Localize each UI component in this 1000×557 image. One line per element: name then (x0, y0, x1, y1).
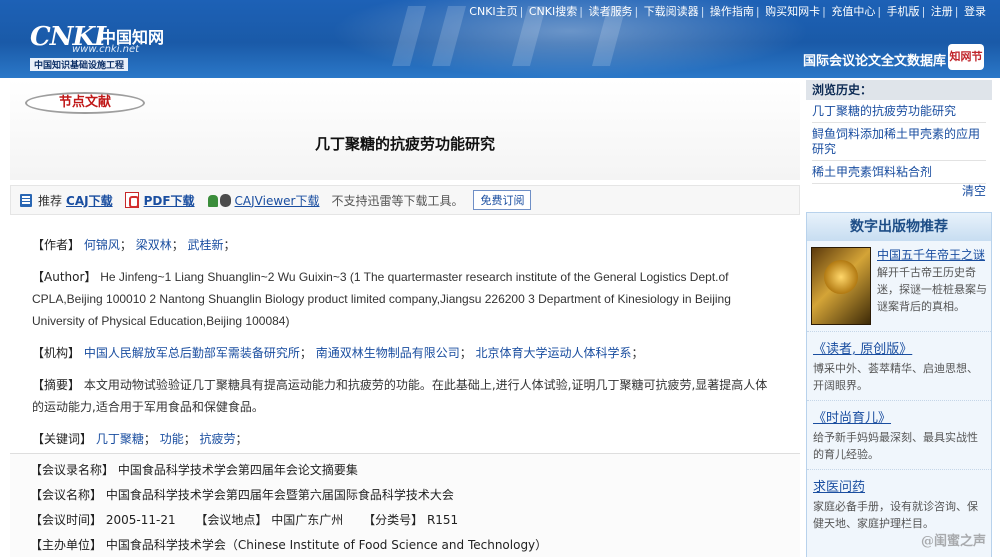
history-list: 几丁聚糖的抗疲劳功能研究 鲟鱼饲料添加稀土甲壳素的应用研究 稀土甲壳素饵料粘合剂 (806, 100, 992, 184)
conference-details-row: 【会议时间】 2005-11-21 【会议地点】 中国广东广州 【分类号】 R1… (30, 508, 780, 533)
abstract-label: 【摘要】 (32, 378, 81, 392)
conference-time-label: 【会议时间】 (30, 513, 103, 527)
proceedings-label: 【会议录名称】 (30, 463, 115, 477)
watermark: @闺蜜之声 (920, 534, 986, 549)
recommend-label: 推荐 (38, 193, 63, 208)
author-en-label: 【Author】 (32, 270, 97, 284)
magazine-item: 《读者, 原创版》 博采中外、荟萃精华、启迪思想、开阔眼界。 (807, 331, 991, 400)
magazine-title-link[interactable]: 《读者, 原创版》 (813, 342, 912, 357)
nav-guide-link[interactable]: 操作指南 (710, 5, 754, 18)
pdf-download-link[interactable]: PDF下载 (144, 192, 195, 209)
nav-register-link[interactable]: 注册 (931, 5, 953, 18)
conference-time-value: 2005-11-21 (105, 513, 176, 527)
nav-login-link[interactable]: 登录 (964, 5, 986, 18)
keyword-link[interactable]: 几丁聚糖 (96, 432, 144, 446)
keywords-row: 【关键词】 几丁聚糖； 功能； 抗疲劳； (32, 432, 248, 446)
magazine-description: 博采中外、荟萃精华、启迪思想、开阔眼界。 (813, 362, 978, 392)
host-label: 【主办单位】 (30, 538, 103, 552)
classification-value: R151 (426, 513, 459, 527)
organization-label: 【机构】 (32, 346, 81, 360)
paper-metadata: 【作者】 何锦风； 梁双林； 武桂新； 【Author】 He Jinfeng~… (10, 220, 800, 450)
featured-book: 中国五千年帝王之谜 解开千古帝王历史奇迷，探谜一桩桩悬案与谜案背后的真相。 (807, 241, 991, 331)
author-en-row: 【Author】 He Jinfeng~1 Liang Shuanglin~2 … (32, 266, 778, 332)
top-nav: CNKI主页 | CNKI搜索 | 读者服务 | 下载阅读器 | 操作指南 | 购买知网卡… (469, 5, 986, 18)
author-en-text: He Jinfeng~1 Liang Shuanglin~2 Wu Guixin… (32, 270, 731, 328)
nav-search-link[interactable]: CNKI搜索 (529, 5, 577, 18)
history-link[interactable]: 稀土甲壳素饵料粘合剂 (812, 165, 932, 179)
classification-label: 【分类号】 (363, 513, 424, 527)
download-notice: 不支持迅雷等下载工具。 (331, 193, 464, 208)
clear-history-link[interactable]: 清空 (962, 184, 986, 198)
magazine-title-link[interactable]: 《时尚育儿》 (813, 411, 891, 426)
caj-download-group: 推荐 CAJ下载 (19, 192, 113, 209)
proceedings-value: 中国食品科学技术学会第四届年会论文摘要集 (117, 463, 358, 477)
keyword-link[interactable]: 抗疲劳 (200, 432, 236, 446)
magazine-item: 求医问药 家庭必备手册，设有就诊咨询、保健天地、家庭护理栏目。 (807, 469, 991, 538)
conference-name-value: 中国食品科学技术学会第四届年会暨第六届国际食品科学技术大会 (105, 488, 454, 502)
author-link[interactable]: 武桂新 (188, 238, 224, 252)
history-item: 几丁聚糖的抗疲劳功能研究 (812, 100, 986, 123)
book-title-link[interactable]: 中国五千年帝王之谜 (877, 248, 985, 262)
node-document-badge: 节点文献 (25, 92, 145, 114)
nav-home-link[interactable]: CNKI主页 (469, 5, 517, 18)
nav-recharge-link[interactable]: 充值中心 (831, 5, 875, 18)
android-apple-icon (207, 192, 233, 208)
conference-name-label: 【会议名称】 (30, 488, 103, 502)
author-label: 【作者】 (32, 238, 81, 252)
magazine-title-link[interactable]: 求医问药 (813, 480, 865, 495)
history-item: 鲟鱼饲料添加稀土甲壳素的应用研究 (812, 123, 986, 161)
history-item: 稀土甲壳素饵料粘合剂 (812, 161, 986, 184)
free-subscribe-button[interactable]: 免费订阅 (473, 190, 532, 210)
organization-link[interactable]: 中国人民解放军总后勤部军需装备研究所 (84, 346, 300, 360)
keyword-link[interactable]: 功能 (160, 432, 184, 446)
magazine-item: 《时尚育儿》 给予新手妈妈最深刻、最具实战性的育儿经验。 (807, 400, 991, 469)
conference-info: 【会议录名称】 中国食品科学技术学会第四届年会论文摘要集 【会议名称】 中国食品… (10, 453, 800, 557)
pdf-download-group: PDF下载 (124, 192, 195, 209)
abstract-text: 本文用动物试验验证几丁聚糖具有提高运动能力和抗疲劳的功能。在此基础上,进行人体试… (32, 378, 768, 414)
cajviewer-download-group: CAJViewer下载 (207, 192, 320, 209)
nav-buy-card-link[interactable]: 购买知网卡 (765, 5, 820, 18)
digital-publication-box: 数字出版物推荐 中国五千年帝王之谜 解开千古帝王历史奇迷，探谜一桩桩悬案与谜案背… (806, 212, 992, 557)
download-bar: 推荐 CAJ下载 PDF下载 CAJViewer下载 不支持迅雷等下载工具。 免… (10, 185, 800, 215)
host-row: 【主办单位】 中国食品科学技术学会（Chinese Institute of F… (30, 533, 780, 557)
book-cover-image[interactable] (811, 247, 871, 325)
knowledge-node-seal: 知网节 (948, 44, 984, 70)
conference-place-value: 中国广东广州 (271, 513, 344, 527)
paper-title: 几丁聚糖的抗疲劳功能研究 (314, 135, 495, 153)
cnki-logo[interactable]: CNKI 中国知网 www.cnki.net 中国知识基础设施工程 (30, 22, 180, 72)
organization-link[interactable]: 南通双林生物制品有限公司 (316, 346, 460, 360)
caj-download-link[interactable]: CAJ下载 (66, 192, 113, 209)
author-link[interactable]: 何锦风 (84, 238, 120, 252)
nav-reader-service-link[interactable]: 读者服务 (588, 5, 632, 18)
clear-history: 清空 (806, 184, 992, 198)
host-value: 中国食品科学技术学会（Chinese Institute of Food Sci… (105, 538, 548, 552)
organization-link[interactable]: 北京体育大学运动人体科学系 (476, 346, 632, 360)
right-sidebar: 浏览历史： 几丁聚糖的抗疲劳功能研究 鲟鱼饲料添加稀土甲壳素的应用研究 稀土甲壳… (806, 80, 992, 557)
cajviewer-download-link[interactable]: CAJViewer下载 (235, 192, 320, 209)
author-link[interactable]: 梁双林 (136, 238, 172, 252)
logo-subtitle: 中国知识基础设施工程 (30, 58, 129, 71)
abstract-row: 【摘要】 本文用动物试验验证几丁聚糖具有提高运动能力和抗疲劳的功能。在此基础上,… (32, 374, 778, 418)
keywords-label: 【关键词】 (32, 432, 93, 446)
database-title: 国际会议论文全文数据库 (802, 54, 946, 69)
title-area: 节点文献 几丁聚糖的抗疲劳功能研究 (10, 80, 800, 180)
history-title: 浏览历史： (806, 80, 992, 100)
magazine-description: 给予新手妈妈最深刻、最具实战性的育儿经验。 (813, 431, 978, 461)
nav-mobile-link[interactable]: 手机版 (887, 5, 920, 18)
organization-row: 【机构】 中国人民解放军总后勤部军需装备研究所； 南通双林生物制品有限公司； 北… (32, 346, 644, 360)
recommend-title: 数字出版物推荐 (807, 213, 991, 241)
author-row: 【作者】 何锦风； 梁双林； 武桂新； (32, 238, 236, 252)
logo-url: www.cnki.net (72, 44, 140, 55)
caj-book-icon (19, 192, 33, 208)
book-description: 解开千古帝王历史奇迷，探谜一桩桩悬案与谜案背后的真相。 (877, 266, 987, 313)
conference-place-label: 【会议地点】 (195, 513, 268, 527)
pdf-icon (124, 192, 139, 208)
book-info: 中国五千年帝王之谜 解开千古帝王历史奇迷，探谜一桩桩悬案与谜案背后的真相。 (877, 247, 987, 327)
nav-download-reader-link[interactable]: 下载阅读器 (644, 5, 699, 18)
history-link[interactable]: 几丁聚糖的抗疲劳功能研究 (812, 104, 956, 118)
proceedings-row: 【会议录名称】 中国食品科学技术学会第四届年会论文摘要集 (30, 458, 780, 483)
conference-name-row: 【会议名称】 中国食品科学技术学会第四届年会暨第六届国际食品科学技术大会 (30, 483, 780, 508)
site-header: CNKI主页 | CNKI搜索 | 读者服务 | 下载阅读器 | 操作指南 | 购买知网卡… (0, 0, 1000, 78)
history-link[interactable]: 鲟鱼饲料添加稀土甲壳素的应用研究 (812, 127, 980, 156)
